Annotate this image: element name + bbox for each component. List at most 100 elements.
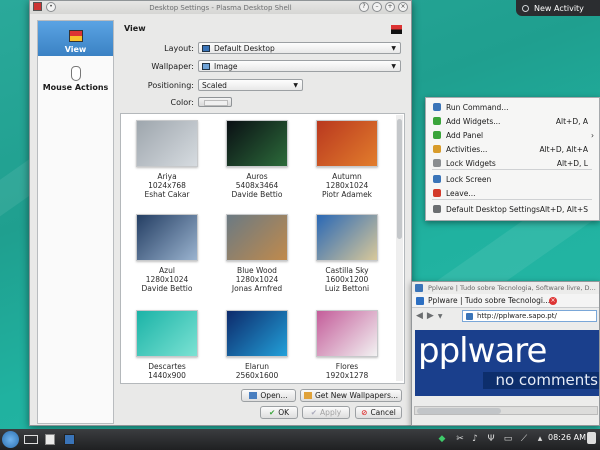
context-menu-item[interactable]: Run Command... xyxy=(426,100,600,114)
pplware-logo: pplware xyxy=(418,331,547,371)
cancel-icon: ⊘ xyxy=(361,408,368,417)
wallpaper-item[interactable]: Azul 1280x1024 Davide Bettio xyxy=(127,214,207,293)
layout-row: Layout: Default Desktop ▼ xyxy=(100,42,401,54)
wallpaper-item[interactable]: Elarun 2560x1600 xyxy=(217,310,297,380)
horizontal-scrollbar[interactable] xyxy=(414,406,598,415)
open-button[interactable]: Open... xyxy=(241,389,296,402)
ok-label: OK xyxy=(278,408,290,417)
get-new-wallpapers-button[interactable]: Get New Wallpapers... xyxy=(300,389,402,402)
wallpaper-thumbnail xyxy=(226,310,288,357)
context-menu-item[interactable]: Add Widgets... Alt+D, A xyxy=(426,114,600,128)
scrollbar-handle[interactable] xyxy=(397,119,402,239)
browser-app-icon xyxy=(415,284,423,292)
wallpaper-item[interactable]: Descartes 1440x900 xyxy=(127,310,207,380)
color-row: Color: xyxy=(100,96,232,108)
wallpaper-size: 1600x1200 xyxy=(325,275,369,284)
context-menu-item[interactable]: Leave... xyxy=(426,186,600,200)
context-menu-item[interactable]: Add Panel › xyxy=(426,128,600,142)
cancel-button[interactable]: ⊘ Cancel xyxy=(355,406,402,419)
dialog-titlebar[interactable]: • Desktop Settings - Plasma Desktop Shel… xyxy=(30,1,411,14)
chevron-down-icon: ▼ xyxy=(391,45,396,52)
cashew-icon[interactable] xyxy=(587,432,596,444)
context-menu-shortcut: Alt+D, Alt+S xyxy=(539,204,588,214)
page-title: View xyxy=(124,24,146,33)
wallpaper-size: 5408x3464 xyxy=(235,181,279,190)
run-command-icon xyxy=(433,103,441,111)
wallpaper-item[interactable]: Castilla Sky 1600x1200 Luiz Bettoni xyxy=(307,214,387,293)
wallpaper-item[interactable]: Flores 1920x1278 xyxy=(307,310,387,380)
close-icon[interactable]: × xyxy=(398,2,408,12)
menu-separator xyxy=(432,169,592,170)
gallery-scrollbar[interactable] xyxy=(396,115,403,381)
kde-menu-icon[interactable] xyxy=(2,431,19,448)
browser-tab[interactable]: Pplware | Tudo sobre Tecnologi... × xyxy=(412,294,599,308)
context-menu-item[interactable]: Default Desktop Settings Alt+D, Alt+S xyxy=(426,202,600,216)
clock[interactable]: 08:26 AM xyxy=(548,433,586,442)
app-menu-icon[interactable] xyxy=(33,2,42,11)
history-icon[interactable]: ▼ xyxy=(438,313,443,320)
wallpaper-thumbnail xyxy=(136,120,198,167)
lock-widgets-icon xyxy=(433,159,441,167)
scrollbar-handle[interactable] xyxy=(417,408,501,414)
maximize-icon[interactable]: + xyxy=(385,2,395,12)
pplware-banner[interactable]: pplware no comments xyxy=(415,330,599,396)
positioning-combo[interactable]: Scaled ▼ xyxy=(198,79,303,91)
context-menu-item[interactable]: Lock Screen xyxy=(426,172,600,186)
url-input[interactable]: http://pplware.sapo.pt/ xyxy=(462,310,597,322)
browser-titlebar[interactable]: Pplware | Tudo sobre Tecnologia, Softwar… xyxy=(412,282,599,294)
wallpaper-name: Elarun xyxy=(244,362,269,371)
taskbar-browser-icon[interactable] xyxy=(64,434,75,445)
arrow-up-icon[interactable]: ▴ xyxy=(535,434,545,444)
context-menu-label: Lock Widgets xyxy=(446,158,496,168)
wallpaper-name: Azul xyxy=(159,266,175,275)
browser-window: Pplware | Tudo sobre Tecnologia, Softwar… xyxy=(411,281,600,426)
color-label: Color: xyxy=(170,97,194,107)
pin-icon[interactable]: • xyxy=(46,2,56,12)
wallpaper-item[interactable]: Auros 5408x3464 Davide Bettio xyxy=(217,120,297,199)
taskbar-settings-icon[interactable] xyxy=(45,434,55,445)
network-icon[interactable]: ⟋ xyxy=(519,434,529,444)
wallpaper-thumbnail xyxy=(136,310,198,357)
usb-icon[interactable]: Ψ xyxy=(486,434,496,444)
color-picker-button[interactable] xyxy=(198,97,232,107)
wallpaper-item[interactable]: Autumn 1280x1024 Piotr Adamek xyxy=(307,120,387,199)
wallpaper-author: Davide Bettio xyxy=(141,284,193,293)
wallpaper-item[interactable]: Ariya 1024x768 Eshat Cakar xyxy=(127,120,207,199)
apply-button[interactable]: ✔ Apply xyxy=(302,406,350,419)
browser-window-title: Pplware | Tudo sobre Tecnologia, Softwar… xyxy=(428,284,596,292)
ok-button[interactable]: ✔ OK xyxy=(260,406,298,419)
wallpaper-author: Luiz Bettoni xyxy=(324,284,370,293)
forward-icon[interactable]: ▶ xyxy=(427,311,434,321)
new-activity-button[interactable]: New Activity xyxy=(516,0,600,16)
plasma-icon xyxy=(391,25,402,34)
layout-label: Layout: xyxy=(164,43,194,53)
android-icon[interactable]: ◆ xyxy=(437,434,447,444)
wallpaper-row: Wallpaper: Image ▼ xyxy=(100,60,401,72)
wallpaper-combo[interactable]: Image ▼ xyxy=(198,60,401,72)
context-menu-item[interactable]: Activities... Alt+D, Alt+A xyxy=(426,142,600,156)
url-text: http://pplware.sapo.pt/ xyxy=(477,312,557,320)
minimize-icon[interactable]: – xyxy=(372,2,382,12)
download-icon xyxy=(303,392,312,399)
layout-combo[interactable]: Default Desktop ▼ xyxy=(198,42,401,54)
apply-label: Apply xyxy=(320,408,342,417)
wallpaper-item[interactable]: Blue Wood 1280x1024 Jonas Arnfred xyxy=(217,214,297,293)
wallpaper-thumbnail xyxy=(226,120,288,167)
wallpaper-author: Eshat Cakar xyxy=(144,190,190,199)
context-menu-item[interactable]: Lock Widgets Alt+D, L xyxy=(426,156,600,170)
browser-navbar: ◀ ▶ ▼ http://pplware.sapo.pt/ xyxy=(412,308,599,324)
scissors-icon[interactable]: ✂ xyxy=(455,434,465,444)
show-desktop-icon[interactable] xyxy=(24,435,38,444)
close-tab-icon[interactable]: × xyxy=(549,297,557,305)
battery-icon[interactable]: ▭ xyxy=(503,434,513,444)
help-icon[interactable]: ? xyxy=(359,2,369,12)
back-icon[interactable]: ◀ xyxy=(416,311,423,321)
pplware-tagline: no comments xyxy=(483,372,599,389)
activity-icon xyxy=(522,4,529,12)
wallpaper-size: 1440x900 xyxy=(148,371,186,380)
add-widgets-icon xyxy=(433,117,441,125)
wallpaper-thumbnail xyxy=(226,214,288,261)
volume-icon[interactable]: ♪ xyxy=(470,434,480,444)
wallpaper-size: 1280x1024 xyxy=(325,181,369,190)
context-menu-shortcut: Alt+D, L xyxy=(556,158,588,168)
